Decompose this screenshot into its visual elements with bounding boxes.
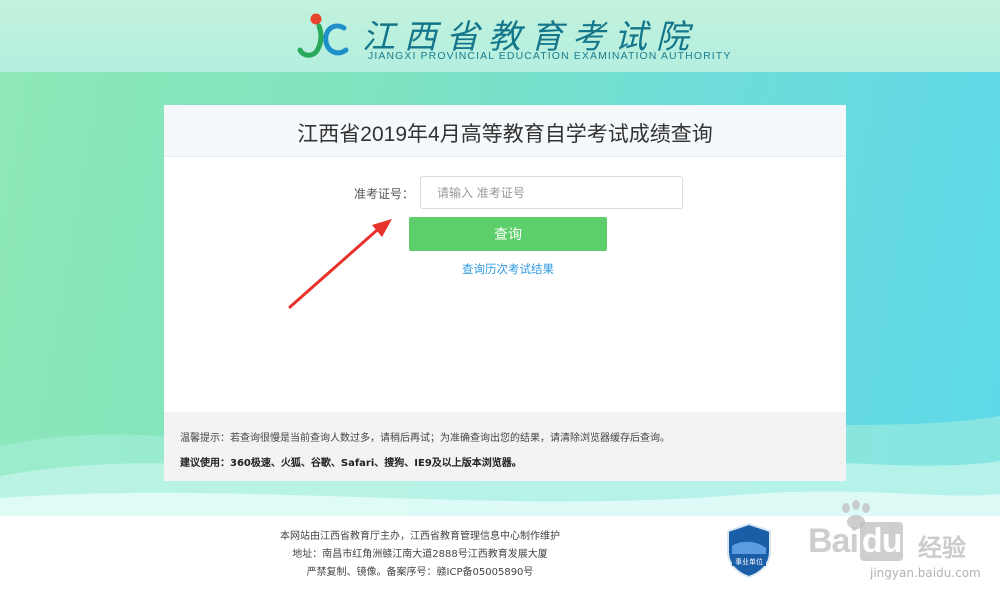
- history-results-link[interactable]: 查询历次考试结果: [409, 261, 607, 277]
- browser-recommendation: 建议使用：360极速、火狐、谷歌、Safari、搜狗、IE9及以上版本浏览器。: [180, 458, 522, 469]
- site-header: 江西省教育考试院 JIANGXI PROVINCIAL EDUCATION EX…: [0, 0, 1000, 72]
- red-arrow-icon: [288, 219, 392, 309]
- footer-sponsor: 本网站由江西省教育厅主办，江西省教育管理信息中心制作维护: [280, 531, 560, 542]
- baidu-watermark: Bai du 经验 jingyan.baidu.com: [780, 500, 990, 590]
- card-header: 江西省2019年4月高等教育自学考试成绩查询: [164, 105, 846, 157]
- query-card: 江西省2019年4月高等教育自学考试成绩查询 准考证号： 查询 查询历次考试结果…: [164, 105, 846, 481]
- card-notice: 温馨提示：若查询很慢是当前查询人数过多，请稍后再试；为准确查询出您的结果，请清除…: [164, 412, 846, 481]
- shield-badge-icon[interactable]: 事业单位: [726, 522, 772, 578]
- footer-icp: 严禁复制、镜像。备案序号：赣ICP备05005890号: [306, 567, 534, 578]
- notice-tip: 温馨提示：若查询很慢是当前查询人数过多，请稍后再试；为准确查询出您的结果，请清除…: [180, 433, 670, 444]
- exam-id-label: 准考证号：: [354, 187, 415, 201]
- query-button[interactable]: 查询: [409, 217, 607, 251]
- site-logo-subtitle: JIANGXI PROVINCIAL EDUCATION EXAMINATION…: [368, 50, 732, 62]
- badge-label: 事业单位: [735, 557, 763, 566]
- jc-logo-icon: [297, 13, 349, 58]
- watermark-brand-b: du: [859, 522, 904, 561]
- watermark-cn: 经验: [918, 534, 966, 562]
- footer-address: 地址：南昌市红角洲赣江南大道2888号江西教育发展大厦: [292, 549, 548, 560]
- watermark-brand-a: Bai: [808, 522, 859, 560]
- exam-id-input[interactable]: [420, 176, 683, 209]
- page-title: 江西省2019年4月高等教育自学考试成绩查询: [297, 123, 713, 146]
- watermark-brand: Bai du: [808, 522, 904, 561]
- watermark-url: jingyan.baidu.com: [870, 566, 981, 580]
